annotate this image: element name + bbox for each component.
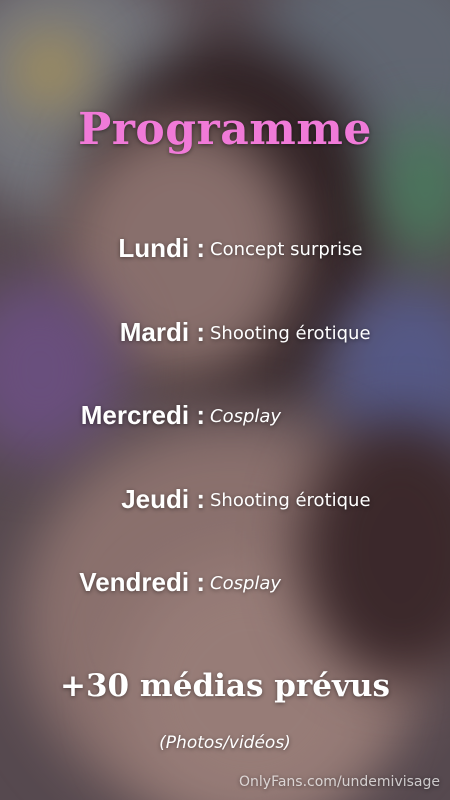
schedule-row-vendredi: Vendredi : Cosplay	[0, 567, 450, 607]
schedule-row-mercredi: Mercredi : Cosplay	[0, 400, 450, 440]
activity-label: Shooting érotique	[210, 323, 371, 344]
schedule-overlay: Programme Lundi : Concept surprise Mardi…	[0, 0, 450, 800]
activity-label: Concept surprise	[210, 239, 363, 260]
schedule-row-lundi: Lundi : Concept surprise	[0, 233, 450, 273]
activity-label: Cosplay	[210, 573, 282, 594]
media-count-heading: +30 médias prévus	[60, 668, 390, 704]
day-label: Jeudi :	[121, 484, 205, 514]
schedule-row-mardi: Mardi : Shooting érotique	[0, 317, 450, 357]
activity-label: Shooting érotique	[210, 490, 371, 511]
watermark-text: OnlyFans.com/undemivisage	[239, 774, 440, 790]
media-type-note: (Photos/vidéos)	[159, 733, 291, 753]
day-label: Mardi :	[119, 317, 205, 347]
activity-label: Cosplay	[210, 406, 282, 427]
day-label: Mercredi :	[80, 400, 205, 430]
day-label: Lundi :	[118, 233, 205, 263]
page-title: Programme	[78, 104, 372, 155]
schedule-row-jeudi: Jeudi : Shooting érotique	[0, 484, 450, 524]
day-label: Vendredi :	[79, 567, 205, 597]
